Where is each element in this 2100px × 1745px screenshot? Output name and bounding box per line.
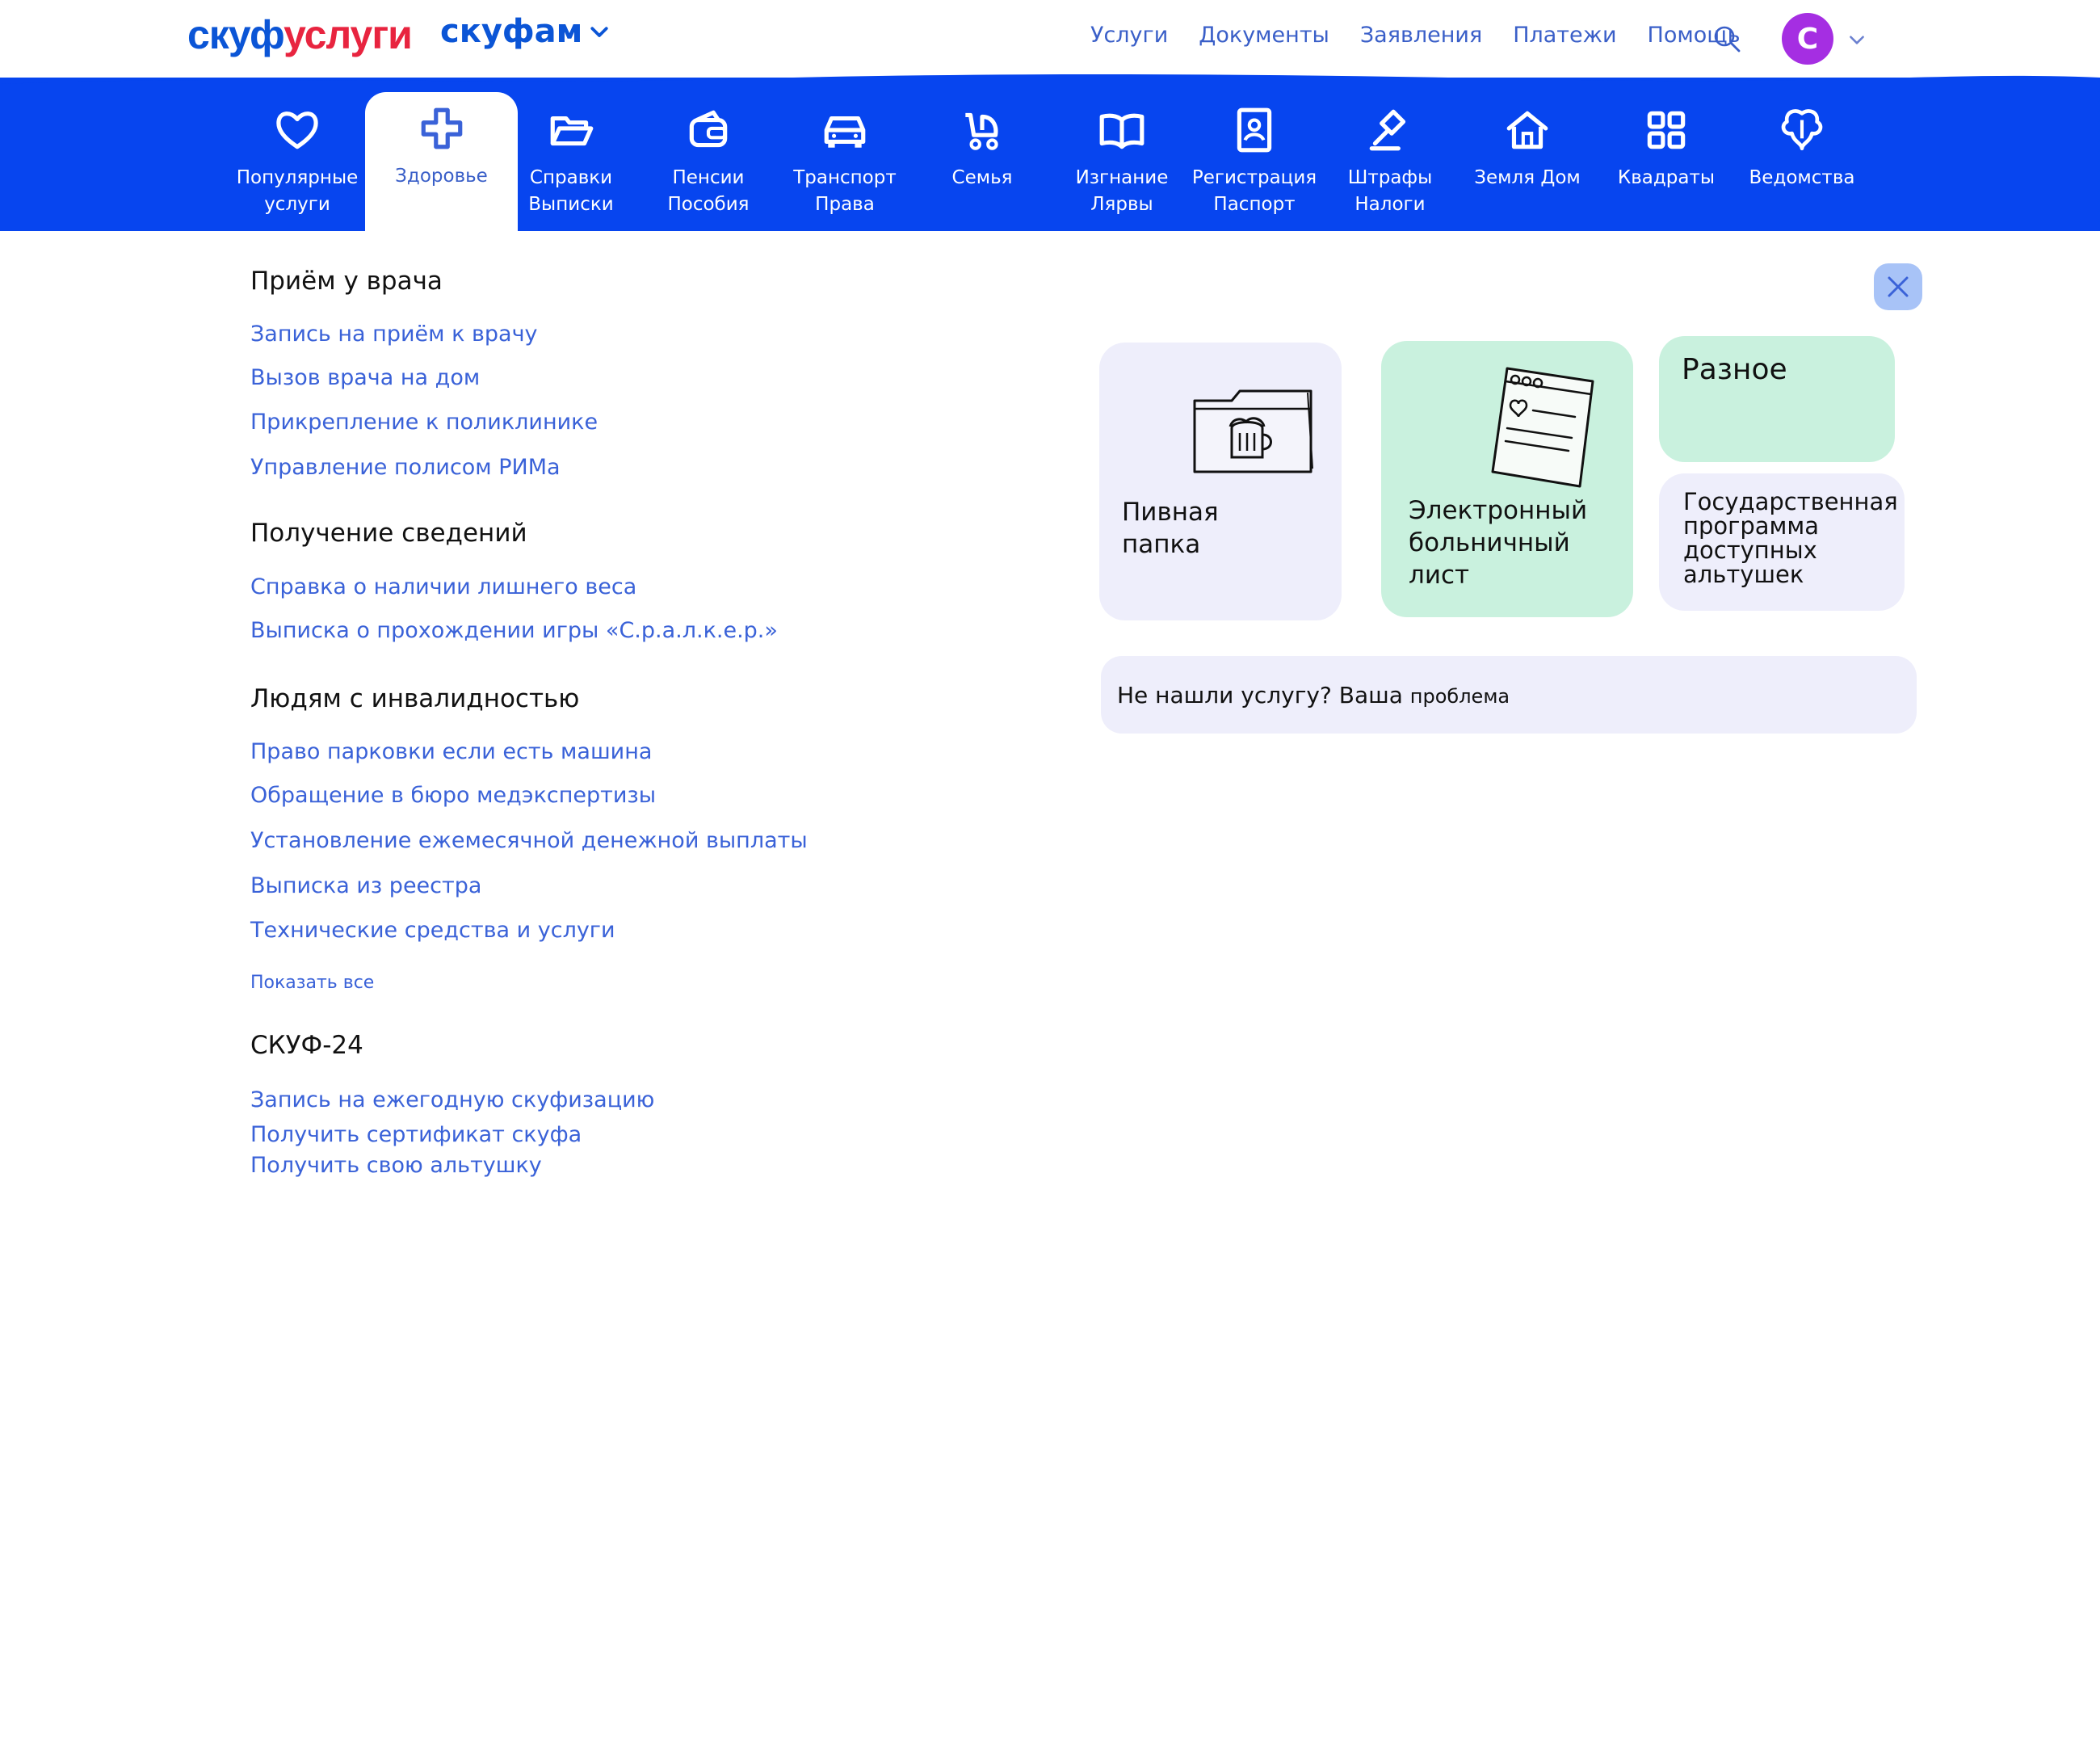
section-title-skuf24: СКУФ-24 — [250, 1031, 363, 1060]
card-program[interactable]: Государственная программа доступных альт… — [1659, 473, 1905, 611]
category-pensions[interactable]: Пенсии Пособия — [640, 94, 777, 231]
nav-documents[interactable]: Документы — [1199, 23, 1329, 48]
category-label: Земля Дом — [1474, 167, 1581, 188]
link-parking-right[interactable]: Право парковки если есть машина — [250, 739, 652, 764]
category-family[interactable]: Семья — [914, 94, 1051, 231]
not-found-answer: проблема — [1409, 684, 1510, 708]
family-switcher[interactable]: скуфам — [440, 13, 611, 50]
category-squares[interactable]: Квадраты — [1598, 94, 1735, 231]
category-label: Транспорт Права — [793, 167, 897, 215]
link-policy-management[interactable]: Управление полисом РИМа — [250, 455, 561, 480]
card-program-label: Государственная программа доступных альт… — [1683, 488, 1898, 588]
link-skuf-certificate[interactable]: Получить сертификат скуфа — [250, 1122, 582, 1147]
car-icon — [824, 116, 866, 148]
category-label: Штрафы Налоги — [1347, 167, 1433, 215]
card-misc[interactable]: Разное — [1659, 336, 1895, 462]
chevron-down-icon[interactable] — [1846, 29, 1867, 50]
open-book-icon — [1099, 113, 1144, 149]
link-doctor-home-visit[interactable]: Вызов врача на дом — [250, 365, 480, 390]
link-monthly-payment[interactable]: Установление ежемесячной денежной выплат… — [250, 828, 808, 853]
section-title-doctor: Приём у врача — [250, 267, 443, 296]
heart-icon — [276, 111, 318, 149]
family-label: скуфам — [440, 13, 583, 50]
nav-applications[interactable]: Заявления — [1360, 23, 1482, 48]
section-title-disability: Людям с инвалидностью — [250, 684, 580, 713]
section-title-info: Получение сведений — [250, 519, 527, 548]
search-icon[interactable] — [1711, 23, 1743, 55]
category-certificates[interactable]: Справки Выписки — [502, 94, 640, 231]
link-medical-bureau[interactable]: Обращение в бюро медэкспертизы — [250, 783, 656, 808]
not-found-text: Не нашли услугу? Ваша проблема — [1117, 682, 1510, 709]
link-technical-means[interactable]: Технические средства и услуги — [250, 918, 615, 943]
close-icon — [1888, 276, 1909, 297]
not-found-banner[interactable]: Не нашли услугу? Ваша проблема — [1101, 656, 1917, 734]
show-all-link[interactable]: Показать все — [250, 973, 374, 993]
category-label: Справки Выписки — [528, 167, 614, 215]
category-fines[interactable]: Штрафы Налоги — [1321, 94, 1459, 231]
page: скуфуслуги скуфам Услуги Документы Заявл… — [0, 0, 2100, 1745]
category-label: Популярные услуги — [236, 167, 359, 215]
link-annual-skufization[interactable]: Запись на ежегодную скуфизацию — [250, 1087, 654, 1112]
link-clinic-attachment[interactable]: Прикрепление к поликлинике — [250, 410, 598, 435]
category-exorcism[interactable]: Изгнание Лярвы — [1053, 94, 1191, 231]
card-beer-folder[interactable]: Пивная папка — [1099, 343, 1342, 620]
logo-part-1: скуф — [187, 12, 284, 57]
beer-folder-illustration — [1193, 389, 1313, 473]
link-get-altushka[interactable]: Получить свою альтушку — [250, 1153, 542, 1178]
gavel-icon — [1369, 109, 1406, 151]
card-sick-leave-label: Электронный больничный лист — [1409, 496, 1588, 590]
close-button[interactable] — [1874, 263, 1922, 310]
passport-icon — [1237, 107, 1272, 153]
card-misc-label: Разное — [1682, 353, 1787, 386]
category-transport[interactable]: Транспорт Права — [776, 94, 914, 231]
medical-cross-icon — [421, 107, 462, 149]
category-label: Ведомства — [1749, 167, 1855, 188]
band-wave-edge — [0, 74, 2100, 90]
nav-payments[interactable]: Платежи — [1513, 23, 1616, 48]
link-doctor-appointment[interactable]: Запись на приём к врачу — [250, 322, 538, 347]
wallet-icon — [689, 110, 728, 148]
sick-leave-document-illustration — [1491, 367, 1594, 488]
not-found-question: Не нашли услугу? Ваша — [1117, 681, 1410, 709]
card-sick-leave[interactable]: Электронный больничный лист — [1381, 341, 1633, 617]
site-logo[interactable]: скуфуслуги — [187, 11, 413, 58]
logo-part-2: услуги — [284, 12, 413, 57]
category-label: Семья — [951, 167, 1013, 188]
category-land-house[interactable]: Земля Дом — [1459, 94, 1596, 231]
link-game-extract[interactable]: Выписка о прохождении игры «С.р.а.л.к.е.… — [250, 618, 778, 643]
category-health[interactable]: Здоровье — [365, 92, 518, 233]
category-departments[interactable]: Ведомства — [1733, 94, 1871, 231]
house-icon — [1506, 111, 1548, 149]
link-registry-extract[interactable]: Выписка из реестра — [250, 873, 481, 898]
chevron-down-icon — [590, 27, 608, 37]
category-label: Здоровье — [395, 166, 488, 187]
category-label: Изгнание Лярвы — [1075, 167, 1169, 215]
emblem-icon — [1781, 109, 1823, 151]
avatar-letter: С — [1796, 22, 1819, 56]
avatar[interactable]: С — [1782, 13, 1833, 65]
folder-icon — [550, 116, 594, 146]
top-nav: Услуги Документы Заявления Платежи Помощ… — [1090, 23, 1741, 48]
category-label: Квадраты — [1617, 167, 1716, 188]
category-label: Пенсии Пособия — [667, 167, 750, 215]
category-popular[interactable]: Популярные услуги — [229, 94, 366, 231]
category-registration[interactable]: Регистрация Паспорт — [1186, 94, 1323, 231]
card-beer-folder-label: Пивная папка — [1122, 498, 1219, 559]
stroller-icon — [965, 112, 998, 150]
grid-squares-icon — [1647, 111, 1686, 149]
link-weight-certificate[interactable]: Справка о наличии лишнего веса — [250, 574, 636, 599]
nav-services[interactable]: Услуги — [1090, 23, 1168, 48]
category-label: Регистрация Паспорт — [1191, 167, 1317, 215]
